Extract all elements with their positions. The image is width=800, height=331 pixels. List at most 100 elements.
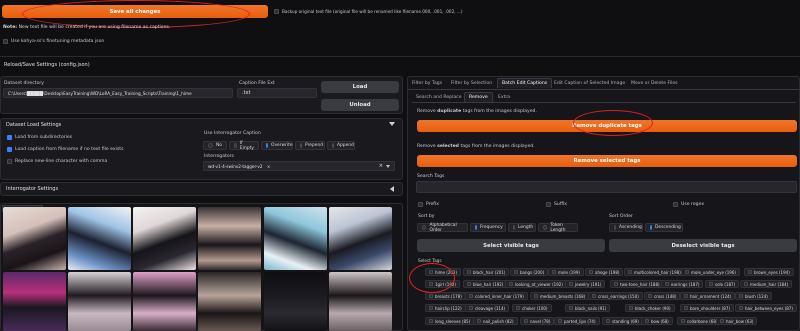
tag-checkbox-item[interactable]: cleavage (114) — [465, 304, 510, 312]
order-option-ascending[interactable]: Ascending — [609, 223, 643, 232]
unload-button[interactable]: Unload — [321, 99, 399, 111]
clear-icon[interactable]: × — [379, 163, 383, 169]
subdirs-checkbox[interactable] — [7, 135, 12, 140]
image-thumbnail[interactable] — [198, 207, 261, 270]
tag-checkbox[interactable] — [720, 319, 724, 323]
save-all-changes-button[interactable]: Save all changes — [2, 5, 268, 18]
tag-checkbox-item[interactable]: breasts (178) — [425, 292, 466, 300]
replace-newline-option[interactable]: Replace new-line character with comma — [7, 159, 107, 164]
subtab-remove[interactable]: Remove — [464, 92, 493, 102]
tag-checkbox[interactable] — [569, 282, 573, 286]
image-thumbnail[interactable] — [329, 207, 392, 270]
tag-checkbox[interactable] — [429, 270, 433, 274]
tag-checkbox-item[interactable]: multicolored_hair (198) — [624, 268, 685, 276]
tag-checkbox[interactable] — [429, 282, 433, 286]
tag-checkbox-item[interactable]: brown_eyes (194) — [744, 268, 794, 276]
tag-checkbox-item[interactable]: bow (68) — [641, 317, 673, 325]
tag-checkbox[interactable] — [429, 319, 433, 323]
kohya-option[interactable]: Use kohya-ss's finetuning metadata json — [3, 39, 104, 44]
dropdown-icon[interactable] — [386, 164, 390, 168]
tag-checkbox[interactable] — [469, 294, 473, 298]
tag-checkbox[interactable] — [739, 294, 743, 298]
tab-filter-by-selection[interactable]: Filter by Selection — [451, 81, 492, 86]
tab-edit-caption-selected[interactable]: Edit Caption of Selected Image — [554, 81, 625, 86]
sort-option-token-length[interactable]: Token Length — [538, 223, 578, 233]
image-thumbnail[interactable] — [198, 272, 261, 331]
tag-checkbox[interactable] — [569, 306, 573, 310]
tag-checkbox[interactable] — [589, 270, 593, 274]
prefix-checkbox[interactable] — [418, 202, 423, 207]
interrogators-select[interactable]: wd-v1-4-swinv2-tagger-v2 × × — [203, 161, 395, 171]
tag-checkbox-item[interactable]: navel (78) — [520, 317, 555, 325]
interrogator-settings-title[interactable]: Interrogator Settings — [6, 186, 58, 192]
tag-checkbox-item[interactable]: colored_inner_hair (179) — [465, 292, 528, 300]
tag-checkbox[interactable] — [629, 306, 633, 310]
tag-checkbox-item[interactable]: nail_polish (82) — [473, 317, 518, 325]
ic-option-no[interactable]: No — [203, 141, 227, 150]
tag-checkbox[interactable] — [429, 306, 433, 310]
remove-selected-tags-button[interactable]: Remove selected tags — [417, 155, 797, 167]
tag-checkbox-item[interactable]: bangs (200) — [510, 268, 549, 276]
image-thumbnail[interactable] — [68, 272, 131, 331]
tag-checkbox-item[interactable]: looking_at_viewer (192) — [505, 280, 567, 288]
tag-checkbox[interactable] — [592, 294, 596, 298]
dataset-dir-input[interactable]: C:\Users\█████\Desktop\EasyTraining\WD\L… — [3, 88, 233, 98]
ic-option-prepend[interactable]: Prepend — [295, 141, 325, 150]
tag-checkbox-item[interactable]: hair_bow (63) — [716, 317, 758, 325]
image-thumbnail[interactable] — [3, 272, 66, 331]
sort-option-frequency[interactable]: Frequency — [470, 223, 506, 232]
tag-checkbox[interactable] — [514, 270, 518, 274]
tag-checkbox[interactable] — [509, 282, 513, 286]
image-thumbnail[interactable] — [68, 207, 131, 270]
tag-checkbox[interactable] — [739, 306, 743, 310]
suffix-checkbox[interactable] — [546, 202, 551, 207]
tag-checkbox[interactable] — [467, 282, 471, 286]
tag-checkbox-item[interactable]: choker (100) — [512, 304, 552, 312]
image-thumbnail[interactable] — [133, 207, 196, 270]
tag-checkbox[interactable] — [606, 319, 610, 323]
kohya-checkbox[interactable] — [3, 39, 8, 44]
tag-checkbox[interactable] — [684, 294, 688, 298]
tag-checkbox-item[interactable]: cross (148) — [644, 292, 681, 300]
caption-ext-input[interactable]: .txt — [237, 88, 317, 98]
ic-option-overwrite[interactable]: Overwrite — [261, 141, 293, 150]
tag-checkbox-item[interactable]: standing (69) — [602, 317, 643, 325]
tag-checkbox[interactable] — [467, 270, 471, 274]
tag-checkbox-item[interactable]: medium_breasts (168) — [530, 292, 590, 300]
reload-save-header[interactable]: Reload/Save Settings (config.json) — [4, 62, 90, 68]
tag-checkbox[interactable] — [429, 294, 433, 298]
tag-checkbox-item[interactable]: medium_hair (184) — [740, 280, 793, 288]
image-thumbnail[interactable] — [133, 272, 196, 331]
tab-filter-by-tags[interactable]: Filter by Tags — [412, 81, 442, 86]
tag-checkbox-item[interactable]: long_sleeves (85) — [425, 317, 475, 325]
suffix-option[interactable]: Suffix — [546, 202, 567, 207]
tag-checkbox[interactable] — [709, 282, 713, 286]
remove-duplicate-tags-button[interactable]: Remove duplicate tags — [417, 120, 797, 132]
subtab-search-replace[interactable]: Search and Replace — [416, 95, 462, 100]
tag-checkbox[interactable] — [552, 270, 556, 274]
subdirs-option[interactable]: Load from subdirectories — [7, 135, 72, 140]
tag-checkbox-item[interactable]: solo (187) — [705, 280, 740, 288]
caption-filename-option[interactable]: Load caption from filename if no text fi… — [7, 147, 123, 152]
image-thumbnail[interactable] — [264, 207, 327, 270]
prefix-option[interactable]: Prefix — [418, 202, 439, 207]
tag-checkbox[interactable] — [477, 319, 481, 323]
tag-checkbox[interactable] — [744, 282, 748, 286]
tag-checkbox[interactable] — [524, 319, 528, 323]
tag-checkbox[interactable] — [685, 270, 689, 274]
tag-checkbox-item[interactable]: black_nails (91) — [565, 304, 611, 312]
order-option-descending[interactable]: Descending — [645, 223, 683, 232]
tag-checkbox-item[interactable]: black_choker (90) — [625, 304, 675, 312]
image-thumbnail[interactable] — [264, 272, 327, 331]
expand-icon[interactable] — [390, 186, 394, 192]
tag-checkbox[interactable] — [748, 270, 752, 274]
tag-checkbox[interactable] — [516, 306, 520, 310]
tag-checkbox[interactable] — [645, 319, 649, 323]
ic-option-if-empty[interactable]: If Empty — [229, 141, 259, 151]
tag-checkbox-item[interactable]: bare_shoulders (87) — [680, 304, 734, 312]
tag-checkbox-item[interactable]: cross_earrings (150) — [588, 292, 643, 300]
ic-option-append[interactable]: Append — [327, 141, 355, 150]
tag-checkbox-item[interactable]: blush (124) — [735, 292, 772, 300]
tab-move-delete-files[interactable]: Move or Delete Files — [631, 81, 678, 86]
tag-checkbox[interactable] — [681, 319, 685, 323]
